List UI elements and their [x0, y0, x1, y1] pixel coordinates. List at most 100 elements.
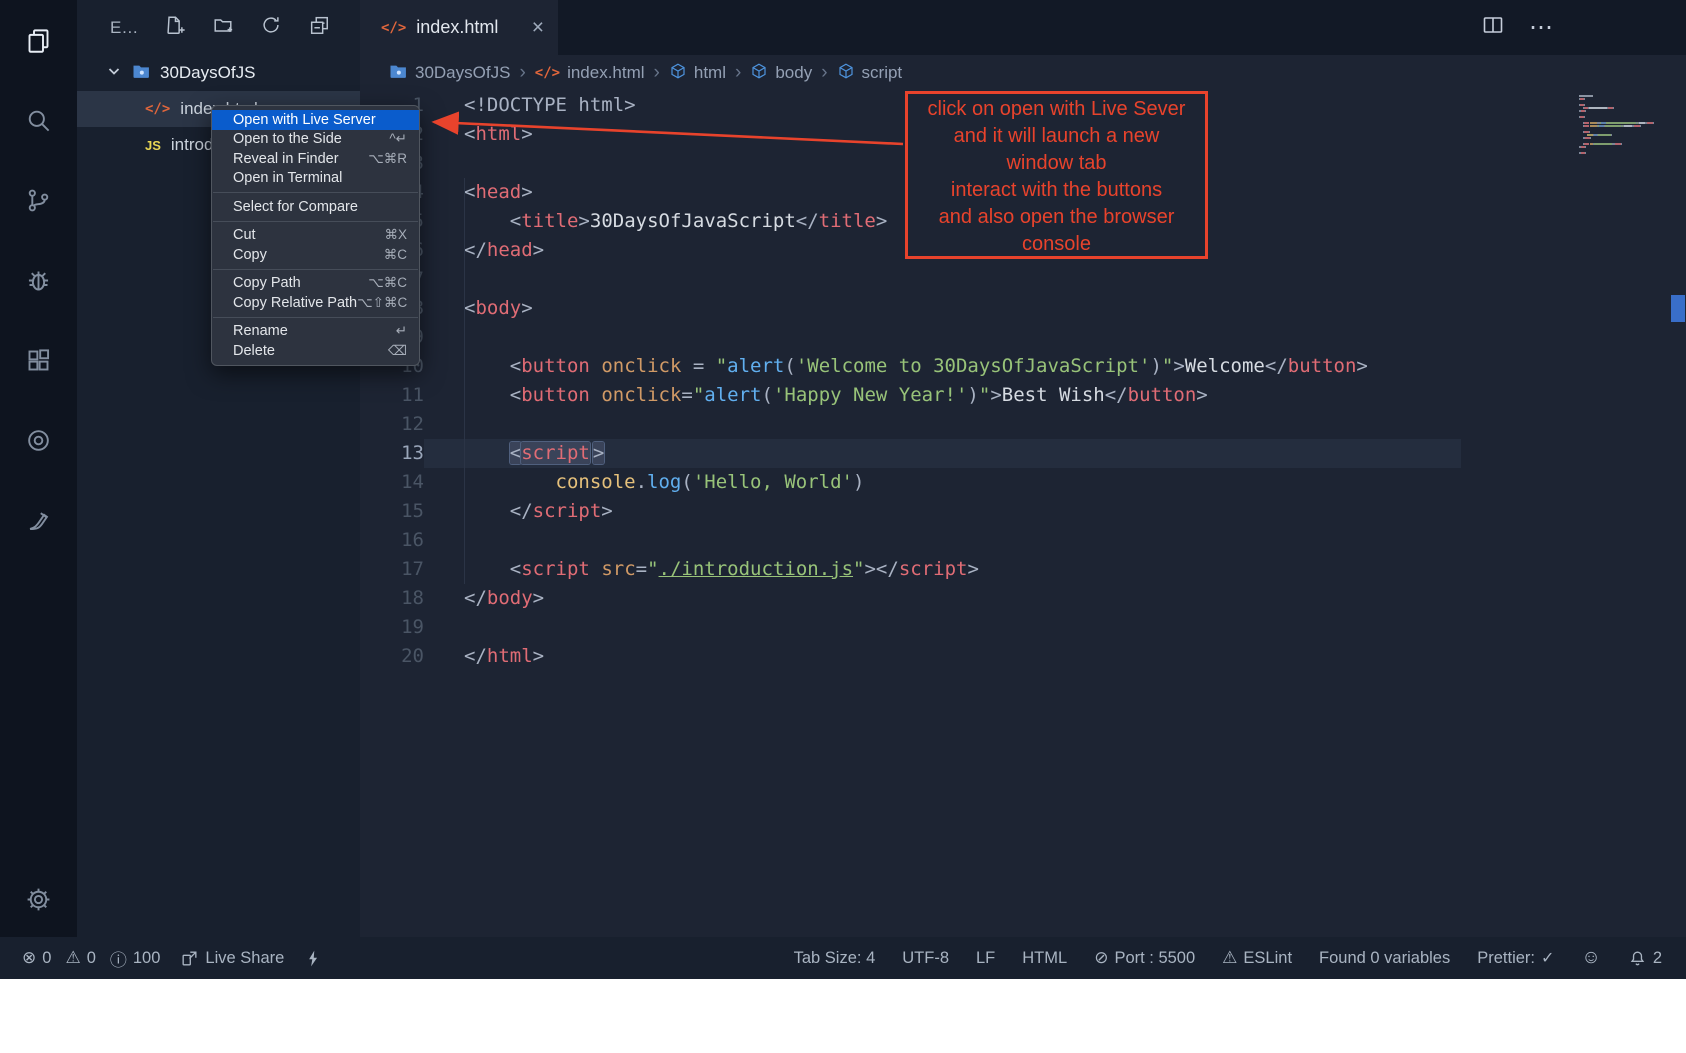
code-line[interactable]: 9	[360, 323, 1686, 352]
token: (	[681, 471, 692, 493]
minimap-line	[1579, 125, 1671, 127]
breadcrumb-item-html[interactable]: html	[669, 62, 726, 85]
code-line[interactable]: 15 </script>	[360, 497, 1686, 526]
token: </	[464, 587, 487, 609]
eslint-warning-icon: ⚠	[1222, 948, 1237, 968]
line-number: 11	[360, 381, 424, 410]
minimap[interactable]	[1579, 95, 1671, 155]
minimap-token	[1595, 143, 1611, 145]
variables-status[interactable]: Found 0 variables	[1319, 949, 1450, 968]
tree-root-folder[interactable]: 30DaysOfJS	[77, 55, 360, 91]
breadcrumb-item-folder[interactable]: 30DaysOfJS	[388, 61, 510, 86]
collapse-all-icon[interactable]	[308, 14, 330, 41]
breadcrumb-item-script[interactable]: script	[837, 62, 903, 85]
menu-item-select-for-compare[interactable]: Select for Compare	[212, 197, 419, 217]
source-control-icon[interactable]	[0, 160, 77, 240]
token: =	[636, 558, 647, 580]
code-line[interactable]: 10 <button onclick = "alert('Welcome to …	[360, 352, 1686, 381]
menu-item-copy-path[interactable]: Copy Path⌥⌘C	[212, 274, 419, 294]
code-line[interactable]: 11 <button onclick="alert('Happy New Yea…	[360, 381, 1686, 410]
eol-status[interactable]: LF	[976, 949, 995, 968]
token: button	[521, 355, 590, 377]
new-folder-icon[interactable]	[212, 14, 234, 41]
token: button	[1288, 355, 1357, 377]
code-line[interactable]: 20</html>	[360, 642, 1686, 671]
more-actions-icon[interactable]: ⋯	[1529, 13, 1554, 42]
token: body	[487, 587, 533, 609]
minimap-token	[1653, 122, 1654, 124]
menu-item-open-with-live-server[interactable]: Open with Live Server	[212, 110, 419, 130]
line-content: </html>	[424, 642, 1461, 671]
code-line[interactable]: 8<body>	[360, 294, 1686, 323]
menu-item-cut[interactable]: Cut⌘X	[212, 226, 419, 246]
minimap-token	[1589, 107, 1606, 109]
breadcrumb-label: 30DaysOfJS	[415, 63, 510, 83]
eslint-status[interactable]: ⚠ ESLint	[1222, 948, 1292, 968]
minimap-token	[1640, 125, 1641, 127]
token: <	[510, 355, 521, 377]
menu-item-reveal-in-finder[interactable]: Reveal in Finder⌥⌘R	[212, 149, 419, 169]
pen-icon[interactable]	[0, 480, 77, 560]
breadcrumb-separator: ›	[654, 62, 660, 84]
bottom-margin	[0, 979, 1686, 1053]
breadcrumb-item-body[interactable]: body	[750, 62, 812, 85]
token: >	[521, 181, 532, 203]
html-file-icon: </​>	[381, 20, 406, 36]
code-line[interactable]: 18</body>	[360, 584, 1686, 613]
settings-gear-icon[interactable]	[0, 861, 77, 937]
menu-item-label: Select for Compare	[233, 199, 407, 215]
tab-index-html[interactable]: </​> index.html ×	[360, 0, 558, 55]
encoding-status[interactable]: UTF-8	[902, 949, 949, 968]
new-file-icon[interactable]	[164, 14, 186, 41]
editor-actions: ⋯	[1481, 0, 1686, 55]
language-status[interactable]: HTML	[1022, 949, 1067, 968]
notifications-status[interactable]: 2	[1628, 949, 1662, 968]
tab-size-status[interactable]: Tab Size: 4	[794, 949, 876, 968]
code-line[interactable]: 16	[360, 526, 1686, 555]
debug-icon[interactable]	[0, 240, 77, 320]
breadcrumb-label: html	[694, 63, 726, 83]
prettier-status[interactable]: Prettier: ✓	[1477, 948, 1554, 968]
code-line[interactable]: 19	[360, 613, 1686, 642]
bolt-status[interactable]	[304, 949, 323, 968]
token: >	[593, 442, 604, 464]
feedback-status[interactable]: ☺	[1581, 947, 1600, 969]
menu-item-open-to-the-side[interactable]: Open to the Side^↵	[212, 130, 419, 150]
line-content: <button onclick="alert('Happy New Year!'…	[424, 381, 1461, 410]
search-icon[interactable]	[0, 80, 77, 160]
problems-status[interactable]: ⊗ 0 ⚠ 0 ⓘ 100	[22, 946, 160, 971]
live-share-status[interactable]: Live Share	[180, 949, 284, 968]
code-line[interactable]: 17 <script src="./introduction.js"></scr…	[360, 555, 1686, 584]
extensions-icon[interactable]	[0, 320, 77, 400]
chevron-down-icon	[106, 63, 122, 84]
line-number: 19	[360, 613, 424, 642]
line-content: <script src="./introduction.js"></script…	[424, 555, 1461, 584]
menu-item-copy[interactable]: Copy⌘C	[212, 245, 419, 265]
menu-item-copy-relative-path[interactable]: Copy Relative Path⌥⇧⌘C	[212, 293, 419, 313]
live-share-label: Live Share	[205, 949, 284, 968]
token: button	[521, 384, 590, 406]
code-line[interactable]: 7	[360, 265, 1686, 294]
minimap-token	[1585, 152, 1586, 154]
live-share-icon[interactable]	[0, 400, 77, 480]
close-icon[interactable]: ×	[532, 17, 544, 38]
refresh-icon[interactable]	[260, 14, 282, 41]
breadcrumb-label: body	[775, 63, 812, 83]
split-editor-icon[interactable]	[1481, 13, 1505, 42]
minimap-line	[1579, 107, 1671, 109]
token: >	[533, 645, 544, 667]
menu-item-shortcut: ⌥⌘C	[368, 275, 407, 291]
line-content: <body>	[424, 294, 1461, 323]
menu-item-rename[interactable]: Rename↵	[212, 322, 419, 342]
port-status[interactable]: ⊘ Port : 5500	[1094, 948, 1195, 968]
menu-item-delete[interactable]: Delete⌫	[212, 341, 419, 361]
code-line[interactable]: 13 <script>	[360, 439, 1686, 468]
explorer-icon[interactable]	[0, 0, 77, 80]
code-line[interactable]: 12	[360, 410, 1686, 439]
code-line[interactable]: 14 console.log('Hello, World')	[360, 468, 1686, 497]
root-folder-label: 30DaysOfJS	[160, 63, 255, 83]
breadcrumb-item-file[interactable]: </​> index.html	[535, 63, 645, 83]
menu-item-label: Rename	[233, 323, 396, 339]
menu-item-open-in-terminal[interactable]: Open in Terminal	[212, 169, 419, 189]
token	[464, 500, 510, 522]
